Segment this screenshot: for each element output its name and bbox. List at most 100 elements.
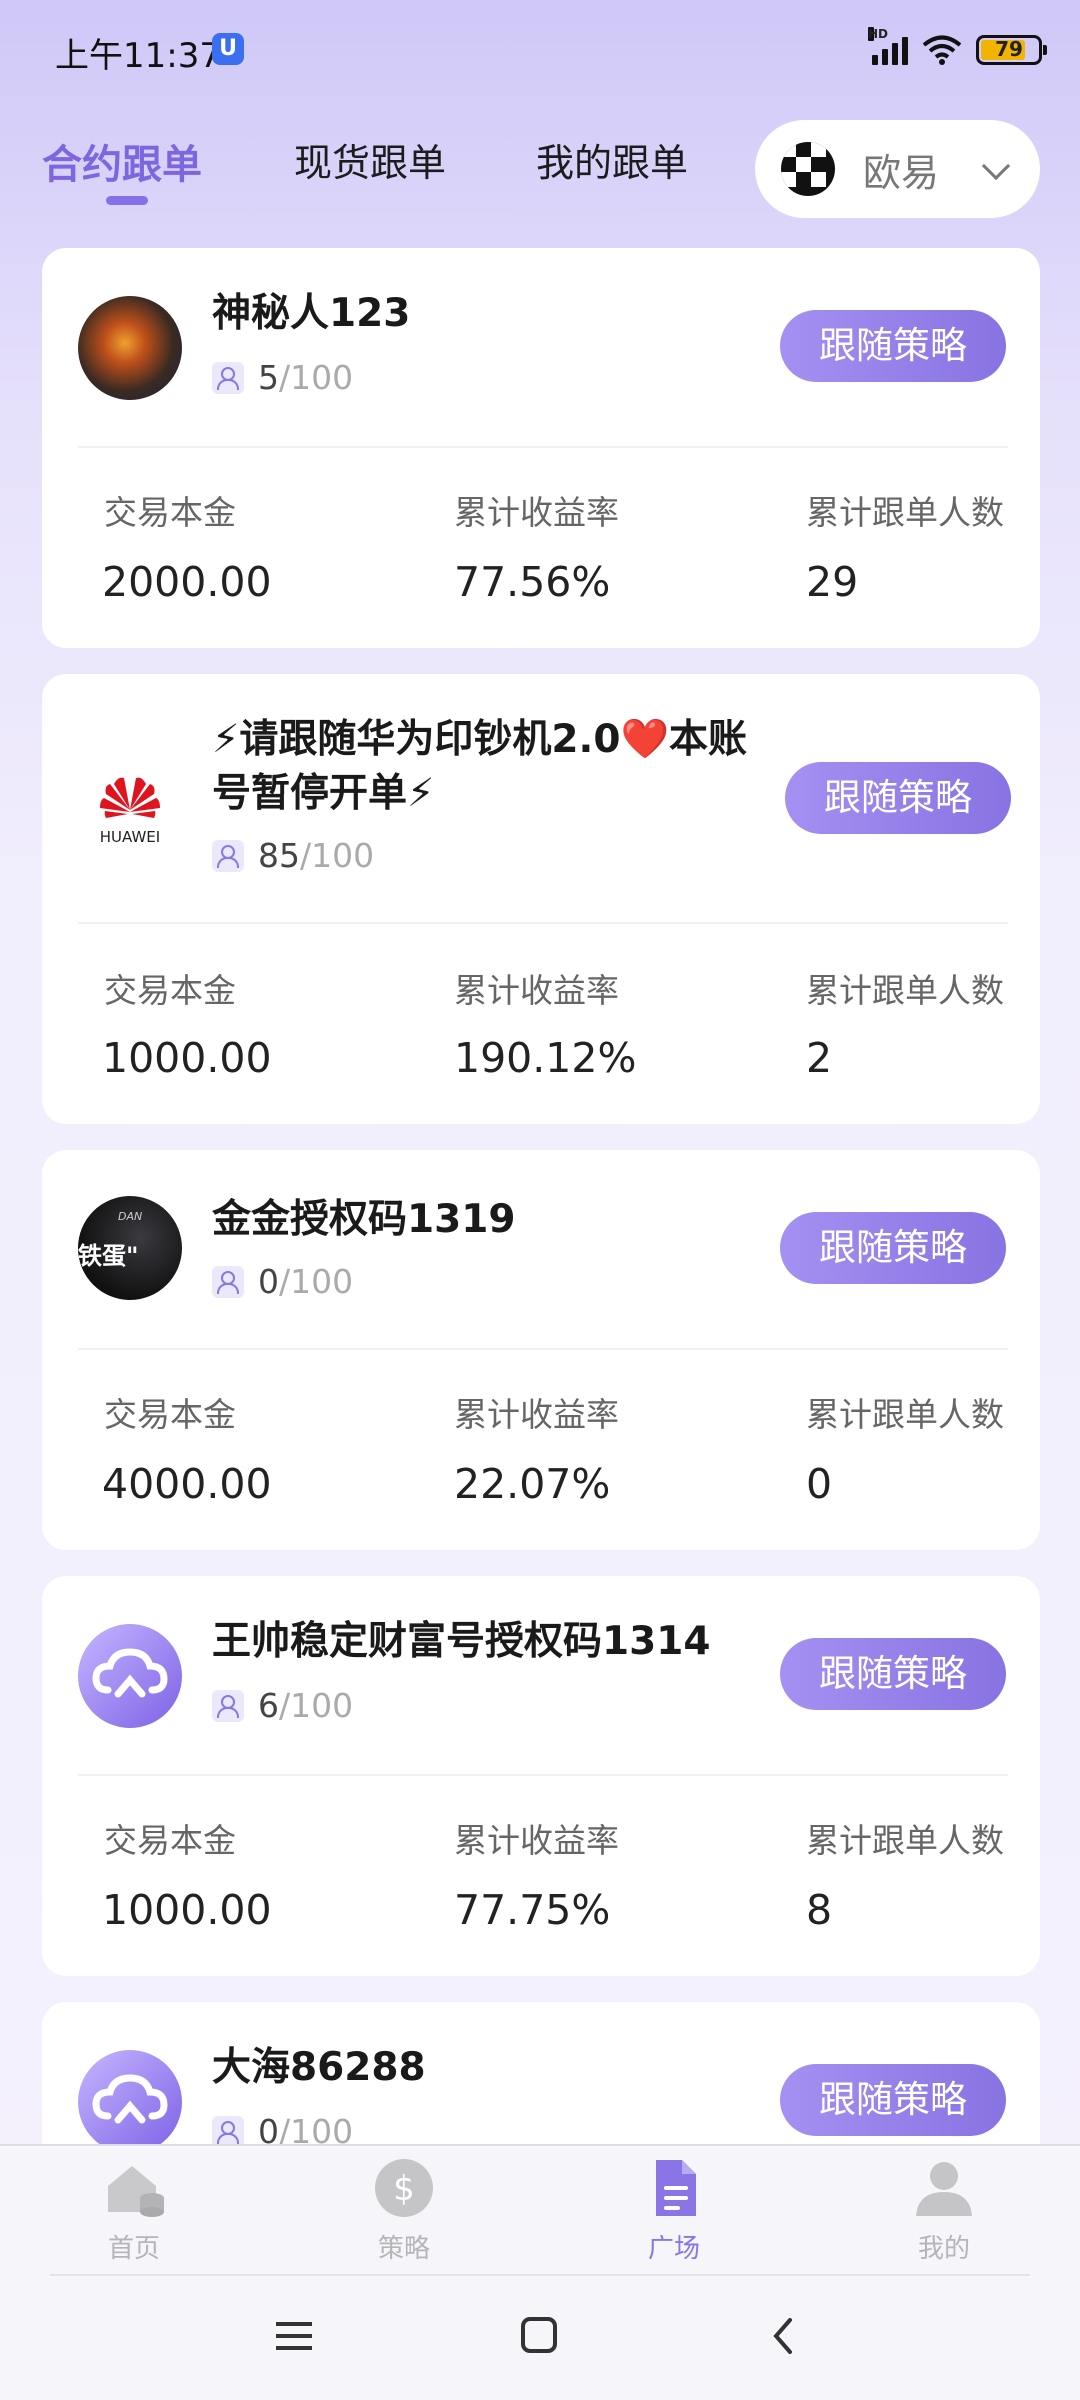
huawei-wordmark: HUAWEI: [100, 828, 160, 846]
stat-label-capital: 交易本金: [104, 493, 236, 532]
nav-mine[interactable]: 我的: [884, 2156, 1004, 2265]
stat-label-yield: 累计收益率: [454, 1821, 619, 1860]
follower-max: /100: [279, 1262, 354, 1301]
exchange-dropdown[interactable]: 欧易: [755, 120, 1040, 218]
exchange-label: 欧易: [863, 150, 940, 195]
stat-value-capital: 2000.00: [102, 558, 272, 606]
users-icon: [212, 1265, 244, 1298]
tab-contract[interactable]: 合约跟单: [42, 132, 202, 190]
stat-value-capital: 4000.00: [102, 1460, 272, 1508]
users-icon: [212, 839, 244, 872]
follower-current: 5: [258, 358, 279, 397]
fire-bull-avatar: [78, 296, 182, 400]
stat-value-yield: 22.07%: [454, 1460, 611, 1508]
signal-icon: HD: [868, 27, 908, 65]
cloud-logo-avatar: [78, 1624, 182, 1728]
trader-name: 大海86288: [212, 2045, 426, 2090]
stat-label-capital: 交易本金: [104, 971, 236, 1010]
trader-card[interactable]: HUAWEI ⚡请跟随华为印钞机2.0❤️本账 号暂停开单⚡ 85/100 跟随…: [42, 674, 1040, 1124]
users-icon: [212, 2115, 244, 2148]
trader-card[interactable]: 神秘人123 5/100 跟随策略 交易本金 累计收益率 累计跟单人数 2000…: [42, 248, 1040, 648]
avatar-caption-main: 铁蛋": [78, 1242, 139, 1270]
huawei-logo: HUAWEI: [78, 754, 182, 858]
dark-photo-avatar: DAN 铁蛋": [78, 1196, 182, 1300]
stat-label-followers: 累计跟单人数: [806, 493, 1004, 532]
follower-current: 85: [258, 836, 300, 875]
back-icon[interactable]: [770, 2316, 796, 2356]
stat-value-yield: 77.75%: [454, 1886, 611, 1934]
tab-mine[interactable]: 我的跟单: [536, 132, 688, 187]
trader-name: 金金授权码1319: [212, 1197, 516, 1242]
stat-label-followers: 累计跟单人数: [806, 1821, 1004, 1860]
nav-label: 首页: [107, 2234, 160, 2264]
nav-home[interactable]: 首页: [74, 2156, 194, 2265]
stat-label-yield: 累计收益率: [454, 971, 619, 1010]
divider: [78, 1774, 1008, 1776]
stat-value-followers: 2: [806, 1034, 833, 1082]
dollar-icon: $: [372, 2156, 436, 2220]
stat-label-capital: 交易本金: [104, 1821, 236, 1860]
nav-square[interactable]: 广场: [614, 2156, 734, 2265]
home-icon: [102, 2156, 166, 2220]
battery-icon: 79: [976, 35, 1047, 65]
top-tabs: 合约跟单 现货跟单 我的跟单 欧易: [0, 120, 1080, 230]
divider: [78, 1348, 1008, 1350]
stat-value-capital: 1000.00: [102, 1034, 272, 1082]
nav-label: 广场: [647, 2234, 700, 2264]
nav-label: 我的: [917, 2234, 970, 2264]
stat-label-yield: 累计收益率: [454, 1395, 619, 1434]
cloud-icon: [92, 1648, 168, 1698]
menu-icon[interactable]: [274, 2318, 314, 2354]
trader-name: 神秘人123: [212, 291, 411, 336]
active-tab-indicator: [106, 196, 148, 205]
follower-count: 5/100: [212, 358, 353, 397]
cloud-icon: [92, 2074, 168, 2124]
follower-max: /100: [279, 358, 354, 397]
stat-value-yield: 190.12%: [454, 1034, 637, 1082]
home-square-icon[interactable]: [520, 2316, 558, 2354]
tab-spot[interactable]: 现货跟单: [294, 132, 446, 187]
follower-count: 6/100: [212, 1686, 353, 1725]
follow-strategy-button[interactable]: 跟随策略: [780, 1212, 1006, 1284]
users-icon: [212, 1689, 244, 1722]
stat-label-followers: 累计跟单人数: [806, 971, 1004, 1010]
hd-label: HD: [868, 27, 889, 41]
avatar-caption-top: DAN: [118, 1210, 143, 1223]
stat-value-followers: 29: [806, 558, 859, 606]
follow-strategy-button[interactable]: 跟随策略: [780, 1638, 1006, 1710]
trader-card[interactable]: DAN 铁蛋" 金金授权码1319 0/100 跟随策略 交易本金 累计收益率 …: [42, 1150, 1040, 1550]
nav-label: 策略: [377, 2234, 430, 2264]
cloud-logo-avatar: [78, 2050, 182, 2154]
stat-label-yield: 累计收益率: [454, 493, 619, 532]
follow-strategy-button[interactable]: 跟随策略: [785, 762, 1011, 834]
trader-name-line1: ⚡请跟随华为印钞机2.0❤️本账: [212, 717, 748, 762]
battery-level: 79: [995, 37, 1023, 61]
divider: [78, 922, 1008, 924]
follower-current: 0: [258, 1262, 279, 1301]
follower-max: /100: [300, 836, 375, 875]
trader-name: 王帅稳定财富号授权码1314: [212, 1619, 711, 1664]
follower-count: 85/100: [212, 836, 374, 875]
follower-count: 0/100: [212, 1262, 353, 1301]
trader-name-line2: 号暂停开单⚡: [212, 771, 435, 816]
status-bar: 上午11:37 U HD 79: [0, 0, 1080, 100]
stat-value-followers: 0: [806, 1460, 833, 1508]
status-time: 上午11:37: [55, 36, 221, 76]
follower-max: /100: [279, 1686, 354, 1725]
stat-label-capital: 交易本金: [104, 1395, 236, 1434]
trader-card[interactable]: 王帅稳定财富号授权码1314 6/100 跟随策略 交易本金 累计收益率 累计跟…: [42, 1576, 1040, 1976]
divider: [78, 446, 1008, 448]
shield-icon: U: [212, 33, 244, 65]
nav-strategy[interactable]: $ 策略: [344, 2156, 464, 2265]
wifi-icon: [922, 35, 962, 65]
system-navigation-bar: [0, 2274, 1080, 2400]
stat-value-capital: 1000.00: [102, 1886, 272, 1934]
okx-logo-icon: [781, 142, 835, 196]
bottom-navigation: 首页 $ 策略 广场 我的: [0, 2144, 1080, 2274]
document-icon: [642, 2156, 706, 2220]
stat-label-followers: 累计跟单人数: [806, 1395, 1004, 1434]
follow-strategy-button[interactable]: 跟随策略: [780, 310, 1006, 382]
huawei-petals-icon: HUAWEI: [100, 777, 160, 846]
follow-strategy-button[interactable]: 跟随策略: [780, 2064, 1006, 2136]
svg-text:$: $: [393, 2169, 415, 2209]
